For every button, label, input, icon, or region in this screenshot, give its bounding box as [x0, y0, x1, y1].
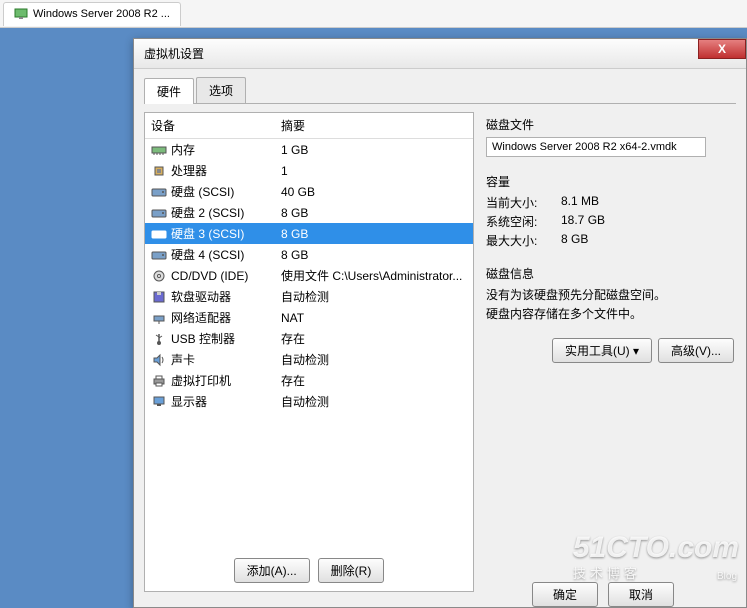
device-summary: 自动检测 — [281, 288, 467, 305]
device-name: 硬盘 3 (SCSI) — [171, 225, 281, 242]
disk-icon — [151, 185, 167, 199]
disk-icon — [151, 227, 167, 241]
device-panel: 设备 摘要 内存 1 GB 处理器 1 硬盘 (SCSI) 40 GB 硬盘 2… — [144, 112, 474, 592]
device-row[interactable]: USB 控制器 存在 — [145, 328, 473, 349]
tab-options[interactable]: 选项 — [196, 77, 246, 103]
device-row[interactable]: 软盘驱动器 自动检测 — [145, 286, 473, 307]
device-summary: 使用文件 C:\Users\Administrator... — [281, 267, 467, 284]
printer-icon — [151, 374, 167, 388]
disk-file-input[interactable] — [486, 137, 706, 157]
advanced-button[interactable]: 高级(V)... — [658, 338, 734, 363]
display-icon — [151, 395, 167, 409]
floppy-icon — [151, 290, 167, 304]
device-list-header: 设备 摘要 — [145, 113, 473, 139]
device-row[interactable]: 虚拟打印机 存在 — [145, 370, 473, 391]
device-row[interactable]: CD/DVD (IDE) 使用文件 C:\Users\Administrator… — [145, 265, 473, 286]
chevron-down-icon: ▾ — [633, 344, 639, 358]
device-row[interactable]: 声卡 自动检测 — [145, 349, 473, 370]
sys-free-label: 系统空闲: — [486, 213, 561, 230]
memory-icon — [151, 143, 167, 157]
device-summary: 存在 — [281, 330, 467, 347]
device-summary: NAT — [281, 311, 467, 325]
close-icon: X — [718, 42, 726, 56]
device-summary: 8 GB — [281, 227, 467, 241]
device-name: 内存 — [171, 141, 281, 158]
device-name: 硬盘 2 (SCSI) — [171, 204, 281, 221]
sound-icon — [151, 353, 167, 367]
ok-button[interactable]: 确定 — [532, 582, 598, 607]
watermark-small: 技术博客 — [573, 566, 641, 581]
current-size-label: 当前大小: — [486, 194, 561, 211]
device-row[interactable]: 网络适配器 NAT — [145, 307, 473, 328]
device-row[interactable]: 硬盘 2 (SCSI) 8 GB — [145, 202, 473, 223]
browser-tab[interactable]: Windows Server 2008 R2 ... — [3, 2, 181, 26]
max-size-label: 最大大小: — [486, 232, 561, 249]
close-button[interactable]: X — [698, 39, 746, 59]
cpu-icon — [151, 164, 167, 178]
browser-tab-title: Windows Server 2008 R2 ... — [33, 8, 170, 20]
capacity-label: 容量 — [486, 173, 734, 190]
dialog-bottom-buttons: 确定 取消 — [532, 582, 674, 607]
tab-strip: 硬件 选项 — [144, 77, 736, 104]
watermark-big: 51CTO.com — [573, 533, 739, 563]
disk-info-line2: 硬盘内容存储在多个文件中。 — [486, 305, 734, 322]
browser-tab-bar: Windows Server 2008 R2 ... — [0, 0, 747, 28]
cancel-button[interactable]: 取消 — [608, 582, 674, 607]
device-name: 虚拟打印机 — [171, 372, 281, 389]
device-name: 显示器 — [171, 393, 281, 410]
dialog-title-text: 虚拟机设置 — [144, 47, 204, 61]
remove-button[interactable]: 删除(R) — [318, 558, 385, 583]
disk-file-label: 磁盘文件 — [486, 116, 734, 133]
col-header-device[interactable]: 设备 — [151, 117, 281, 134]
device-name: CD/DVD (IDE) — [171, 269, 281, 283]
device-name: 处理器 — [171, 162, 281, 179]
device-row[interactable]: 硬盘 3 (SCSI) 8 GB — [145, 223, 473, 244]
device-row[interactable]: 显示器 自动检测 — [145, 391, 473, 412]
disk-info-line1: 没有为该硬盘预先分配磁盘空间。 — [486, 286, 734, 303]
device-row[interactable]: 硬盘 (SCSI) 40 GB — [145, 181, 473, 202]
vm-settings-dialog: 虚拟机设置 X 硬件 选项 设备 摘要 内存 1 GB 处理器 1 硬盘 (SC… — [133, 38, 747, 608]
cd-icon — [151, 269, 167, 283]
disk-icon — [151, 248, 167, 262]
device-summary: 8 GB — [281, 248, 467, 262]
device-summary: 存在 — [281, 372, 467, 389]
network-icon — [151, 311, 167, 325]
disk-icon — [151, 206, 167, 220]
device-name: 声卡 — [171, 351, 281, 368]
dialog-title-bar: 虚拟机设置 X — [134, 39, 746, 69]
dialog-body: 硬件 选项 设备 摘要 内存 1 GB 处理器 1 硬盘 (SCSI) 40 G… — [134, 69, 746, 600]
sys-free-value: 18.7 GB — [561, 213, 605, 230]
device-name: 网络适配器 — [171, 309, 281, 326]
device-name: 硬盘 (SCSI) — [171, 183, 281, 200]
device-summary: 1 GB — [281, 143, 467, 157]
utility-button[interactable]: 实用工具(U) ▾ — [552, 338, 652, 363]
disk-info-label: 磁盘信息 — [486, 265, 734, 282]
device-summary: 40 GB — [281, 185, 467, 199]
usb-icon — [151, 332, 167, 346]
device-row[interactable]: 硬盘 4 (SCSI) 8 GB — [145, 244, 473, 265]
device-name: USB 控制器 — [171, 330, 281, 347]
current-size-value: 8.1 MB — [561, 194, 599, 211]
device-summary: 自动检测 — [281, 393, 467, 410]
watermark: 51CTO.com 技术博客 Blog — [573, 533, 739, 582]
device-row[interactable]: 内存 1 GB — [145, 139, 473, 160]
device-list[interactable]: 内存 1 GB 处理器 1 硬盘 (SCSI) 40 GB 硬盘 2 (SCSI… — [145, 139, 473, 550]
add-button[interactable]: 添加(A)... — [234, 558, 310, 583]
col-header-summary[interactable]: 摘要 — [281, 117, 467, 134]
device-name: 软盘驱动器 — [171, 288, 281, 305]
tab-hardware[interactable]: 硬件 — [144, 78, 194, 104]
vm-icon — [14, 7, 28, 21]
max-size-value: 8 GB — [561, 232, 588, 249]
device-summary: 1 — [281, 164, 467, 178]
device-summary: 8 GB — [281, 206, 467, 220]
watermark-blog: Blog — [717, 571, 737, 582]
device-summary: 自动检测 — [281, 351, 467, 368]
device-row[interactable]: 处理器 1 — [145, 160, 473, 181]
detail-panel: 磁盘文件 容量 当前大小: 8.1 MB 系统空闲: 18.7 GB 最大大小: — [484, 112, 736, 592]
device-name: 硬盘 4 (SCSI) — [171, 246, 281, 263]
